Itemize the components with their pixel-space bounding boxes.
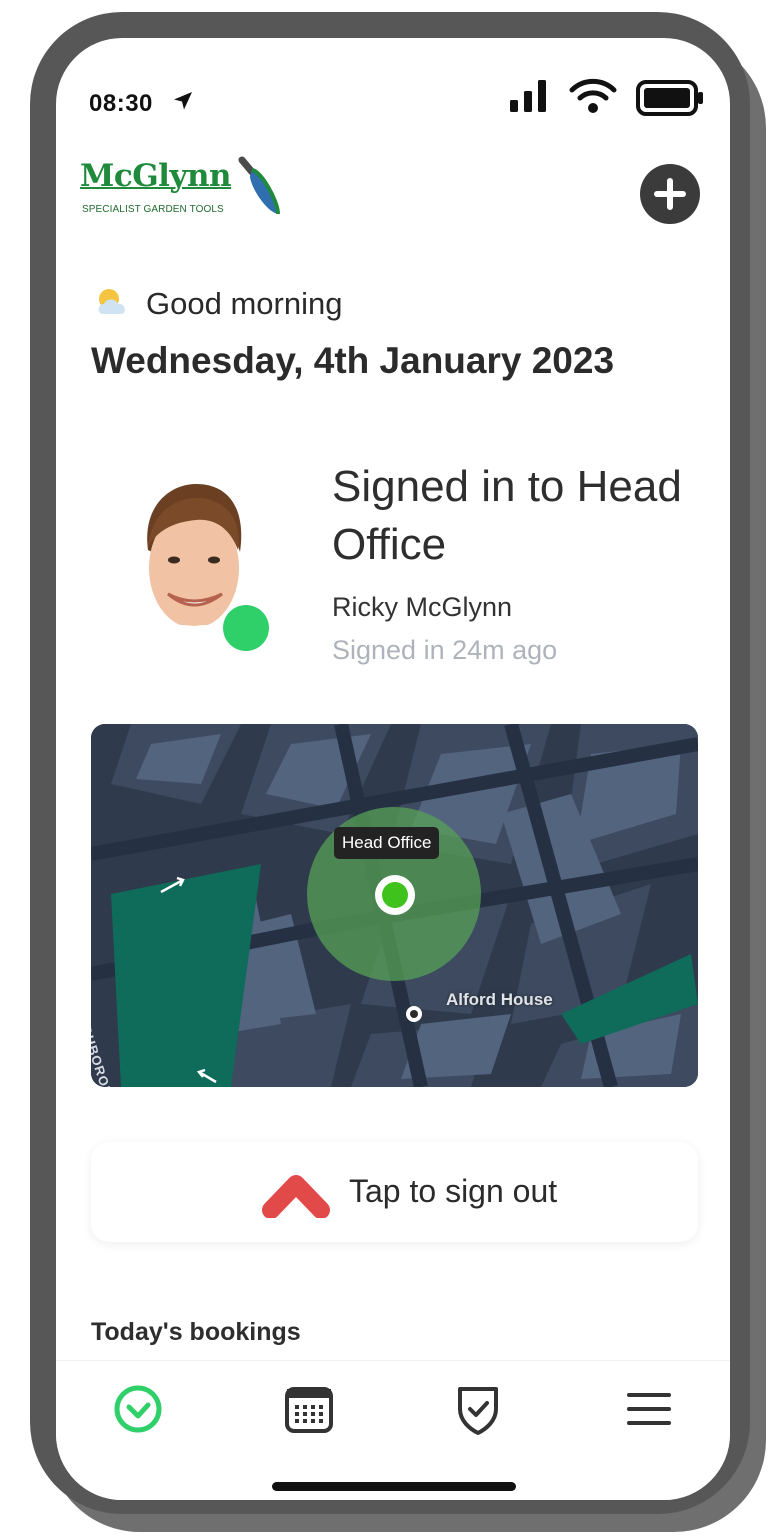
tab-bar [56, 1360, 730, 1500]
battery-icon [636, 80, 703, 116]
online-status-dot [223, 605, 269, 651]
tab-safety[interactable] [448, 1379, 508, 1439]
location-arrow-icon [174, 92, 192, 110]
check-circle-icon [114, 1385, 162, 1433]
greeting-text: Good morning [146, 286, 343, 321]
signin-status-title: Signed in to Head Office [332, 462, 682, 569]
home-indicator [272, 1482, 516, 1491]
shield-check-icon [458, 1387, 498, 1435]
trowel-icon [238, 156, 280, 215]
tab-calendar[interactable] [279, 1379, 339, 1439]
partly-cloudy-icon [98, 289, 125, 314]
user-name: Ricky McGlynn [332, 592, 513, 622]
phone-screen: 08:30 McGlynn SPECIALIST GARDEN TOOLS Go… [56, 38, 730, 1500]
calendar-icon [285, 1387, 333, 1433]
signal-icon [510, 80, 546, 112]
location-map[interactable]: Head Office Alford House LOUGHBOROUGH [91, 724, 698, 1087]
map-location-label: Head Office [334, 827, 440, 859]
plus-icon [654, 178, 686, 210]
logo-name: McGlynn [80, 158, 232, 194]
tab-menu[interactable] [619, 1379, 679, 1439]
signin-time: Signed in 24m ago [332, 635, 558, 665]
tab-home[interactable] [108, 1379, 168, 1439]
menu-icon [627, 1393, 671, 1425]
status-time: 08:30 [89, 90, 153, 117]
date-heading: Wednesday, 4th January 2023 [91, 340, 615, 381]
add-button[interactable] [640, 164, 700, 224]
sign-out-button[interactable]: Tap to sign out [91, 1142, 698, 1242]
brand-logo: McGlynn SPECIALIST GARDEN TOOLS [80, 156, 280, 220]
wifi-icon [569, 78, 617, 113]
chevron-up-icon [262, 1175, 330, 1218]
sign-out-label: Tap to sign out [349, 1173, 558, 1209]
map-tiles [91, 724, 698, 1087]
map-poi-label: Alford House [446, 990, 553, 1009]
logo-tagline: SPECIALIST GARDEN TOOLS [82, 204, 224, 215]
bookings-heading: Today's bookings [91, 1318, 301, 1346]
